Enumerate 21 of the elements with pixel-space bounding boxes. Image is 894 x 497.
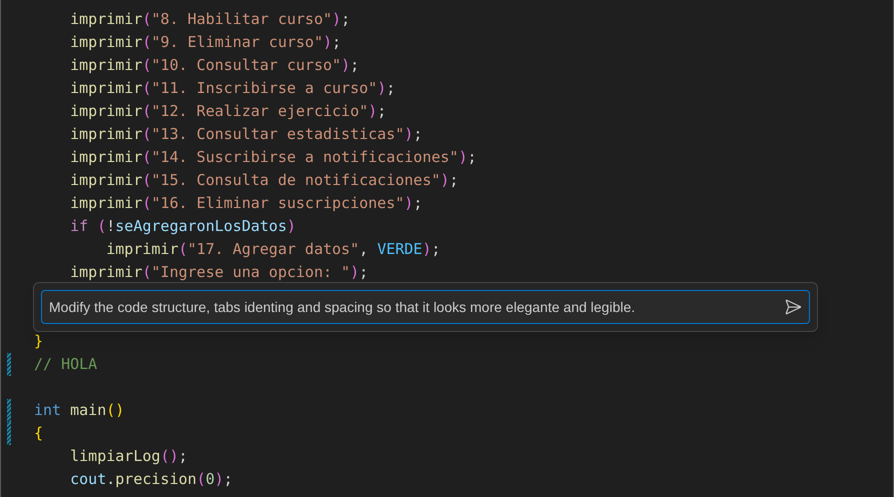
code-line: imprimir("14. Suscribirse a notificaciones"); <box>69 147 477 168</box>
code-line: imprimir("15. Consulta de notificaciones"); <box>69 170 458 191</box>
code-line: cout.precision(0); <box>69 469 233 490</box>
code-line: imprimir("13. Consultar estadisticas"); <box>69 124 422 145</box>
code-line: // HOLA <box>34 354 98 375</box>
code-line: imprimir("16. Eliminar suscripciones"); <box>69 193 422 214</box>
code-line: } <box>34 331 44 352</box>
code-line: imprimir("8. Habilitar curso"); <box>69 9 350 30</box>
code-line: imprimir("11. Inscribirse a curso"); <box>69 78 396 99</box>
code-line: imprimir("12. Realizar ejercicio"); <box>69 101 386 122</box>
code-line: imprimir("17. Agregar datos", VERDE); <box>105 239 440 260</box>
code-line: imprimir("Ingrese una opcion: "); <box>69 262 368 283</box>
prompt-input[interactable]: Modify the code structure, tabs identing and spacing so that it looks more elegante and legible. <box>41 290 810 324</box>
send-icon <box>784 298 802 316</box>
code-line: if (!seAgregaronLosDatos) <box>69 216 296 237</box>
send-button[interactable] <box>784 298 802 316</box>
code-line: imprimir("10. Consultar curso"); <box>69 55 360 76</box>
code-line: imprimir("9. Eliminar curso"); <box>69 32 342 53</box>
code-line: limpiarLog(); <box>69 446 188 467</box>
code-line: int main() <box>34 400 124 421</box>
code-line: { <box>34 423 44 444</box>
